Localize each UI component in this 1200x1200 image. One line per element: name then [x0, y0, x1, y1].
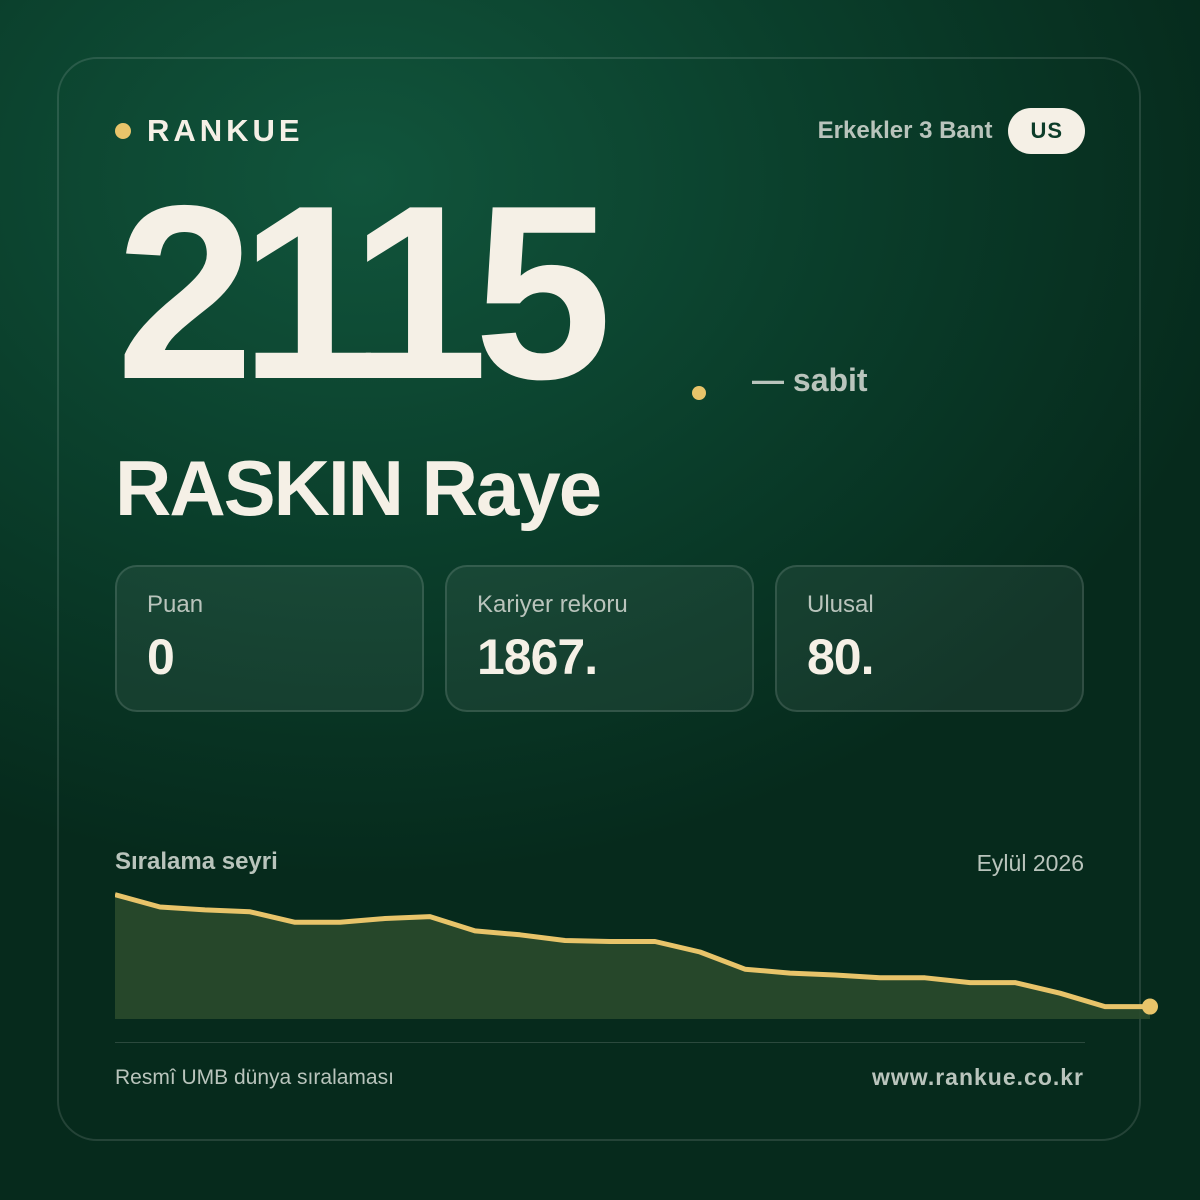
- stat-label: Kariyer rekoru: [477, 591, 628, 618]
- stat-label: Puan: [147, 591, 204, 618]
- stat-value: 0: [147, 629, 175, 685]
- player-name: RASKIN Raye: [115, 444, 602, 532]
- stat-label: Ulusal: [807, 591, 874, 618]
- stat-card-career-best: Kariyer rekoru 1867.: [445, 565, 754, 712]
- chart-area: [115, 894, 1150, 1019]
- brand-dot-icon: [115, 123, 131, 139]
- chart-current-point: [1142, 998, 1158, 1015]
- category-header: Erkekler 3 Bant US: [818, 108, 1085, 154]
- rank-dot-icon: [692, 386, 706, 400]
- rank-number: 2115: [116, 153, 612, 431]
- source-note: Resmî UMB dünya sıralaması: [115, 1066, 394, 1089]
- stat-value: 1867.: [477, 629, 598, 685]
- history-title: Sıralama seyri: [115, 848, 278, 875]
- history-date: Eylül 2026: [976, 850, 1084, 876]
- stat-card-national: Ulusal 80.: [775, 565, 1084, 712]
- rank-trend: — sabit: [752, 362, 868, 398]
- stat-card-points: Puan 0: [115, 565, 424, 712]
- website-link[interactable]: www.rankue.co.kr: [872, 1064, 1084, 1091]
- brand: RANKUE: [115, 112, 304, 150]
- footer-divider: [115, 1042, 1085, 1043]
- category-label: Erkekler 3 Bant: [817, 117, 993, 144]
- brand-name: RANKUE: [147, 113, 304, 148]
- country-badge: US: [1008, 108, 1085, 154]
- stat-value: 80.: [807, 629, 875, 685]
- ranking-history-chart: [115, 892, 1158, 1019]
